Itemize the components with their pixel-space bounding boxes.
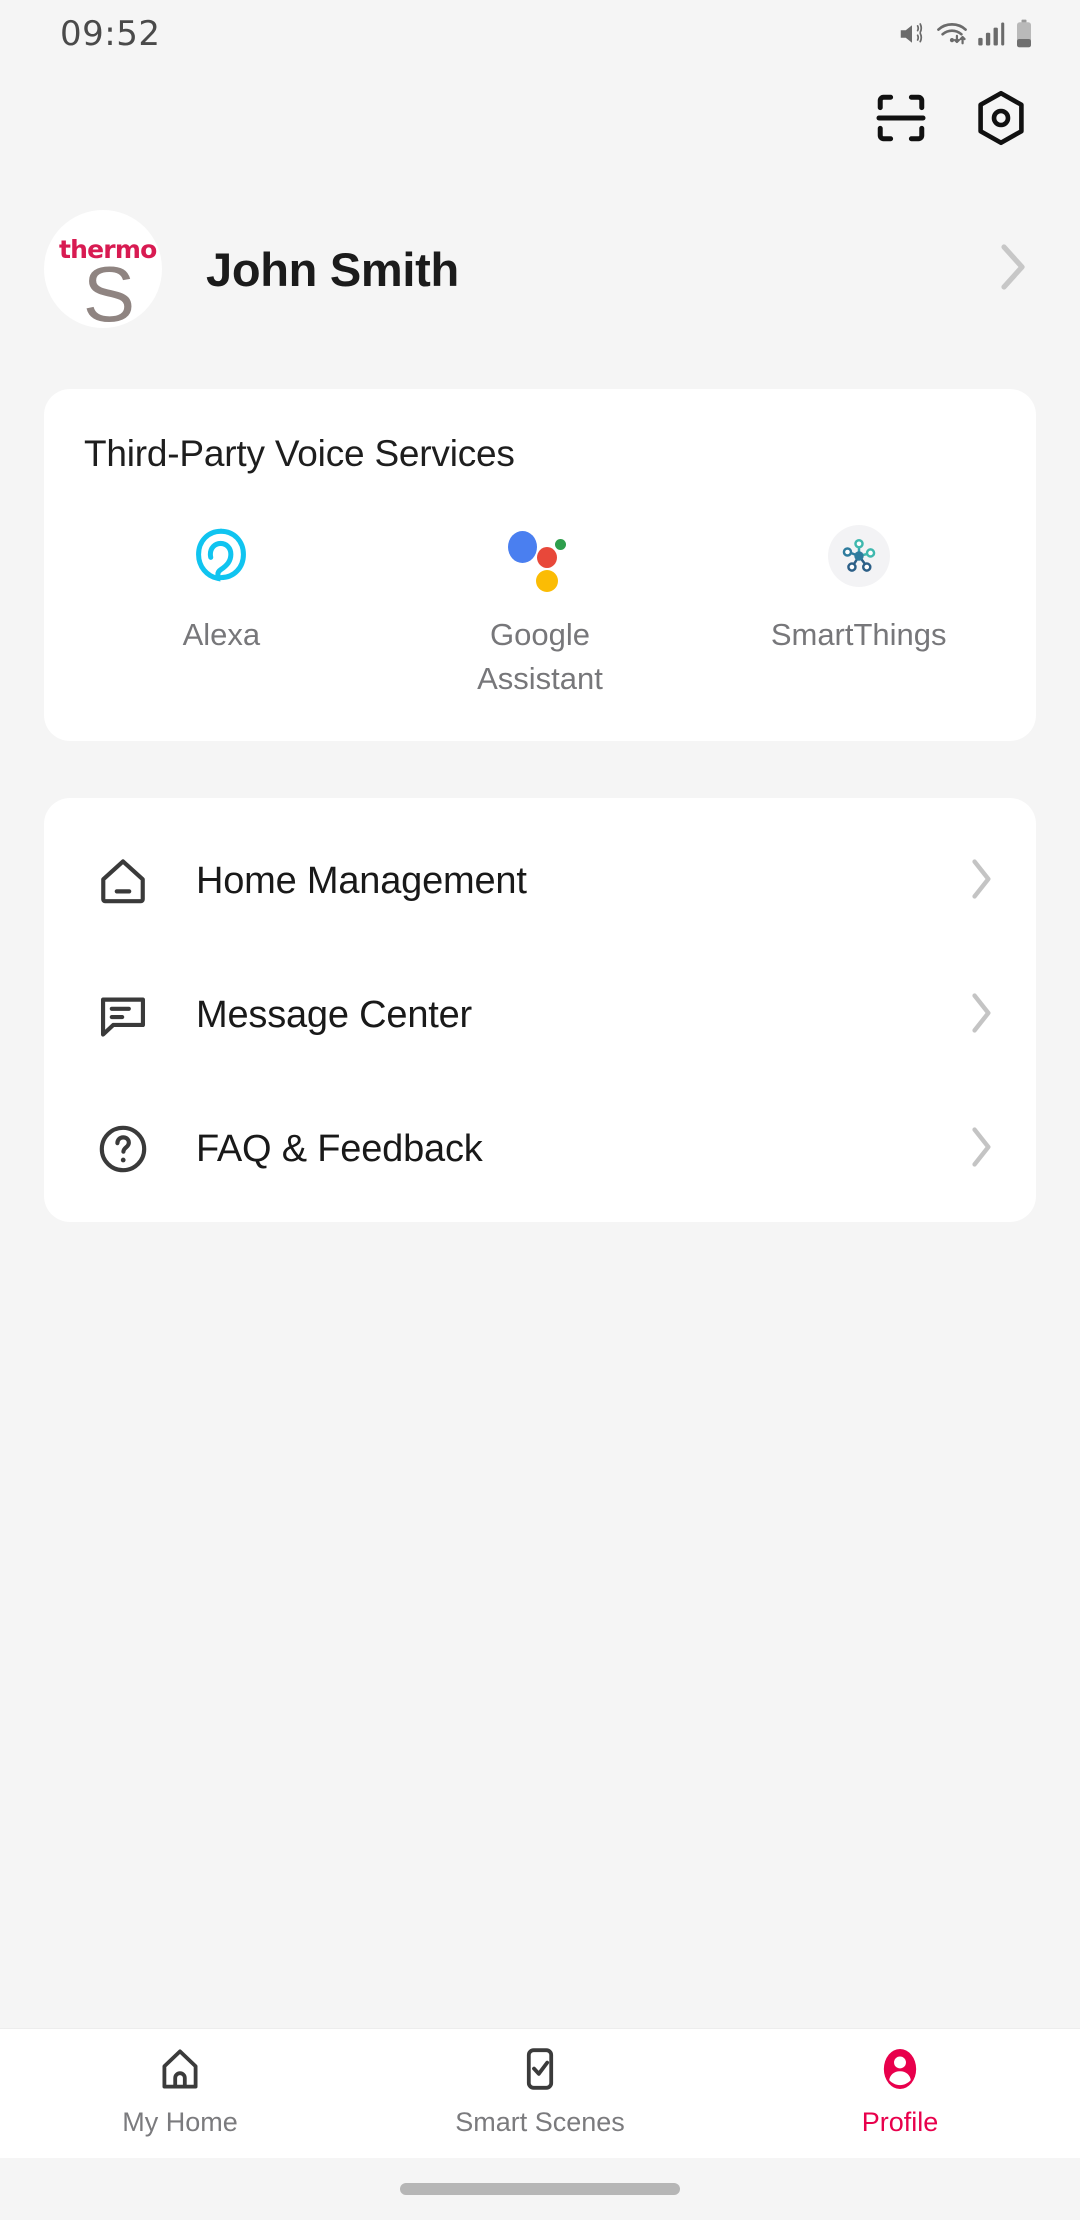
google-assistant-icon bbox=[508, 525, 572, 592]
help-circle-icon bbox=[94, 1120, 152, 1178]
profile-header[interactable]: thermo S John Smith bbox=[0, 168, 1080, 336]
alexa-icon bbox=[192, 525, 250, 587]
voice-service-label: SmartThings bbox=[770, 617, 947, 652]
home-outline-icon bbox=[156, 2043, 204, 2095]
scan-icon[interactable] bbox=[870, 87, 932, 149]
wifi-icon bbox=[936, 19, 968, 49]
avatar: thermo S bbox=[44, 210, 162, 328]
chevron-right-icon bbox=[968, 991, 994, 1040]
settings-icon[interactable] bbox=[970, 87, 1032, 149]
smartthings-icon bbox=[827, 525, 890, 587]
nav-item-label: Profile bbox=[861, 2107, 939, 2137]
nav-item-my-home[interactable]: My Home bbox=[0, 2043, 360, 2138]
bottom-navigation: My Home Smart Scenes Profile bbox=[0, 2028, 1080, 2158]
menu-item-label: FAQ & Feedback bbox=[196, 1127, 483, 1170]
top-action-bar bbox=[0, 68, 1080, 168]
gesture-nav-area bbox=[0, 2158, 1080, 2220]
nav-item-profile[interactable]: Profile bbox=[720, 2043, 1080, 2138]
nav-item-label: Smart Scenes bbox=[455, 2107, 625, 2137]
menu-item-label: Home Management bbox=[196, 859, 527, 902]
voice-service-label: Alexa bbox=[182, 617, 261, 652]
chevron-right-icon bbox=[968, 1125, 994, 1174]
mute-vibrate-icon bbox=[897, 19, 927, 49]
nav-item-smart-scenes[interactable]: Smart Scenes bbox=[360, 2043, 720, 2138]
nav-item-label: My Home bbox=[122, 2107, 238, 2137]
status-bar: 09:52 bbox=[0, 0, 1080, 68]
menu-item-faq-feedback[interactable]: FAQ & Feedback bbox=[44, 1082, 1036, 1216]
menu-item-message-center[interactable]: Message Center bbox=[44, 948, 1036, 1082]
home-icon bbox=[94, 852, 152, 910]
battery-icon bbox=[1014, 19, 1034, 49]
menu-item-label: Message Center bbox=[196, 993, 473, 1036]
brand-mark: S bbox=[83, 250, 136, 328]
ga-dot-green bbox=[555, 539, 566, 550]
profile-name: John Smith bbox=[206, 242, 459, 296]
ga-dot-red bbox=[537, 547, 557, 568]
cellular-signal-icon bbox=[977, 20, 1005, 48]
status-time: 09:52 bbox=[60, 14, 161, 54]
menu-item-home-management[interactable]: Home Management bbox=[44, 814, 1036, 948]
voice-service-alexa[interactable]: Alexa bbox=[62, 525, 381, 701]
menu-card: Home Management Message Center FAQ & Fee… bbox=[44, 798, 1036, 1222]
voice-services-card: Third-Party Voice Services Alexa Google … bbox=[44, 389, 1036, 741]
message-icon bbox=[94, 986, 152, 1044]
gesture-handle[interactable] bbox=[400, 2183, 680, 2195]
voice-services-row: Alexa Google Assistant SmartThings bbox=[44, 525, 1036, 701]
chevron-right-icon bbox=[996, 241, 1030, 298]
brand-logo: thermo S bbox=[53, 219, 157, 328]
ga-dot-yellow bbox=[536, 570, 558, 592]
check-square-icon bbox=[516, 2043, 564, 2095]
voice-service-label: Google Assistant bbox=[477, 617, 603, 696]
app-screen: 09:52 thermo S John Smith Third-Party Vo… bbox=[0, 0, 1080, 2220]
chevron-right-icon bbox=[968, 857, 994, 906]
voice-service-smartthings[interactable]: SmartThings bbox=[699, 525, 1018, 701]
status-icon-group bbox=[897, 19, 1034, 49]
person-filled-icon bbox=[876, 2043, 924, 2095]
ga-dot-blue bbox=[508, 531, 537, 563]
voice-services-title: Third-Party Voice Services bbox=[84, 433, 515, 474]
voice-service-google-assistant[interactable]: Google Assistant bbox=[381, 525, 700, 701]
